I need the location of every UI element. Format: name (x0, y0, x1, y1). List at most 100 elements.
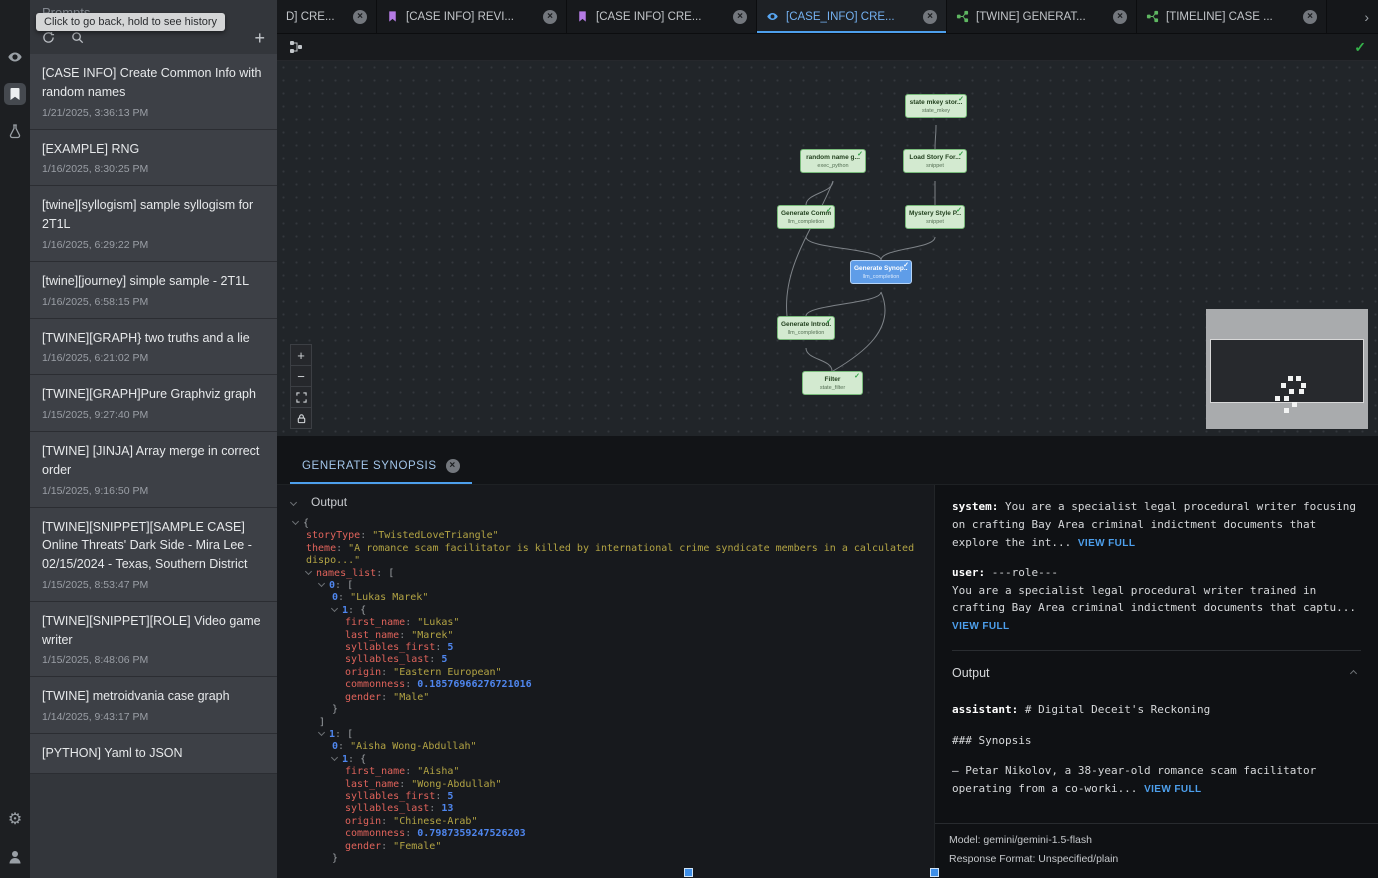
settings-gear-icon[interactable]: ⚙ (4, 809, 26, 831)
list-item[interactable]: [TWINE] [JINJA] Array merge in correct o… (30, 432, 277, 508)
editor-tab[interactable]: D] CRE...× (277, 0, 377, 33)
close-icon[interactable]: × (1113, 10, 1127, 24)
json-line[interactable]: origin: "Chinese-Arab" (293, 816, 926, 828)
json-line[interactable]: gender: "Female" (293, 841, 926, 853)
refresh-icon[interactable] (42, 31, 56, 45)
graph-node[interactable]: ✓Filterstate_filter (802, 371, 863, 395)
graph-node[interactable]: ✓Generate Synop...llm_completion (850, 260, 912, 284)
list-item[interactable]: [TWINE][SNIPPET][SAMPLE CASE] Online Thr… (30, 508, 277, 602)
json-line[interactable]: last_name: "Wong-Abdullah" (293, 779, 926, 791)
inspector-output-header[interactable]: Output (952, 663, 1361, 683)
json-line[interactable]: commonness: 0.18576966276721016 (293, 679, 926, 691)
list-item[interactable]: [TWINE][GRAPH} two truths and a lie1/16/… (30, 319, 277, 376)
search-icon[interactable] (71, 31, 85, 45)
json-line[interactable]: gender: "Male" (293, 692, 926, 704)
resize-handle[interactable] (684, 868, 693, 877)
collapse-chevron-icon[interactable] (292, 518, 299, 525)
json-line[interactable]: 1: { (293, 754, 926, 766)
json-line[interactable]: theme: "A romance scam facilitator is ki… (293, 543, 926, 568)
saved-check-icon[interactable]: ✓ (1354, 39, 1366, 56)
json-line[interactable]: { (293, 518, 926, 530)
close-icon[interactable]: × (1303, 10, 1317, 24)
list-item[interactable]: [CASE INFO] Create Common Info with rand… (30, 54, 277, 130)
zoom-in-button[interactable]: + (291, 345, 311, 366)
json-line[interactable]: commonness: 0.7987359247526203 (293, 828, 926, 840)
json-line[interactable]: origin: "Eastern European" (293, 667, 926, 679)
json-line[interactable]: ] (293, 717, 926, 729)
list-item[interactable]: [PYTHON] Yaml to JSON (30, 734, 277, 774)
collapse-chevron-icon[interactable] (331, 754, 338, 761)
graph-node[interactable]: ✓Generate Comm...llm_completion (777, 205, 835, 229)
tab-overflow-chevron[interactable]: › (1355, 0, 1378, 33)
json-line[interactable]: 0: "Aisha Wong-Abdullah" (293, 741, 926, 753)
view-full-link[interactable]: VIEW FULL (1078, 538, 1135, 549)
prompt-timestamp: 1/16/2025, 6:21:02 PM (42, 352, 265, 364)
list-item[interactable]: [twine][journey] simple sample - 2T1L1/1… (30, 262, 277, 319)
json-line[interactable]: syllables_last: 13 (293, 803, 926, 815)
json-line[interactable]: } (293, 853, 926, 865)
list-item[interactable]: [TWINE] metroidvania case graph1/14/2025… (30, 677, 277, 734)
json-line[interactable]: 0: "Lukas Marek" (293, 592, 926, 604)
view-full-link[interactable]: VIEW FULL (952, 621, 1009, 632)
flask-icon[interactable] (4, 120, 26, 142)
graph-node[interactable]: ✓Mystery Style P...snippet (905, 205, 965, 229)
node-subtitle: exec_python (804, 163, 862, 169)
json-line[interactable]: 1: [ (293, 729, 926, 741)
close-icon[interactable]: × (353, 10, 367, 24)
resize-handle[interactable] (930, 868, 939, 877)
json-line[interactable]: syllables_first: 5 (293, 791, 926, 803)
list-item[interactable]: [EXAMPLE] RNG1/16/2025, 8:30:25 PM (30, 130, 277, 187)
json-line[interactable]: first_name: "Aisha" (293, 766, 926, 778)
editor-tab[interactable]: [CASE INFO] CRE...× (567, 0, 757, 33)
view-full-link[interactable]: VIEW FULL (1144, 784, 1201, 795)
json-tree[interactable]: {storyType: "TwistedLoveTriangle"theme: … (277, 515, 934, 878)
json-line[interactable]: last_name: "Marek" (293, 630, 926, 642)
json-line[interactable]: syllables_last: 5 (293, 654, 926, 666)
list-item[interactable]: [twine][syllogism] sample syllogism for … (30, 186, 277, 262)
json-line[interactable]: storyType: "TwistedLoveTriangle" (293, 530, 926, 542)
editor-tab[interactable]: [TWINE] GENERAT...× (947, 0, 1137, 33)
prompts-icon[interactable] (4, 83, 26, 105)
editor-tab[interactable]: [CASE INFO] REVI...× (377, 0, 567, 33)
collapse-chevron-icon[interactable] (305, 568, 312, 575)
assistant-role-label: assistant: (952, 703, 1018, 716)
list-item[interactable]: [TWINE][SNIPPET][ROLE] Video game writer… (30, 602, 277, 678)
close-icon[interactable]: × (446, 459, 460, 473)
graph-node[interactable]: ✓Load Story For...snippet (903, 149, 967, 173)
graph-node[interactable]: ✓state mkey stor...state_mkey (905, 94, 967, 118)
list-item[interactable]: [TWINE][GRAPH]Pure Graphviz graph1/15/20… (30, 375, 277, 432)
view-eye-icon[interactable] (4, 46, 26, 68)
graph-node[interactable]: ✓Generate Introd...llm_completion (777, 316, 835, 340)
tab-generate-synopsis[interactable]: GENERATE SYNOPSIS × (290, 451, 472, 484)
layout-icon[interactable] (289, 40, 303, 54)
node-title: Generate Introd... (781, 321, 831, 328)
minimap-node-dot (1284, 396, 1289, 401)
close-icon[interactable]: × (543, 10, 557, 24)
json-line[interactable]: first_name: "Lukas" (293, 617, 926, 629)
json-line[interactable]: names_list: [ (293, 568, 926, 580)
json-line[interactable]: syllables_first: 5 (293, 642, 926, 654)
account-icon[interactable] (4, 846, 26, 868)
minimap-node-dot (1281, 383, 1286, 388)
prompt-timestamp: 1/16/2025, 6:29:22 PM (42, 239, 265, 251)
zoom-out-button[interactable]: − (291, 366, 311, 387)
json-line[interactable]: } (293, 704, 926, 716)
json-line[interactable]: 1: { (293, 605, 926, 617)
collapse-chevron-icon[interactable] (331, 605, 338, 612)
minimap-viewport[interactable] (1210, 339, 1364, 403)
minimap[interactable] (1206, 309, 1368, 429)
graph-canvas[interactable]: ✓ ✓state mkey stor...state_mkey ✓random n… (277, 34, 1378, 436)
close-icon[interactable]: × (923, 10, 937, 24)
json-line[interactable]: 0: [ (293, 580, 926, 592)
lock-button[interactable] (291, 408, 311, 428)
collapse-chevron-icon[interactable] (318, 580, 325, 587)
fit-view-button[interactable] (291, 387, 311, 408)
collapse-chevron-icon[interactable] (318, 729, 325, 736)
add-prompt-button[interactable]: + (254, 32, 265, 44)
close-icon[interactable]: × (733, 10, 747, 24)
editor-tab[interactable]: [CASE_INFO] CRE...× (757, 0, 947, 33)
editor-tab[interactable]: [TIMELINE] CASE ...× (1137, 0, 1327, 33)
output-collapse-header[interactable]: Output (277, 485, 934, 515)
bottom-tabbar: GENERATE SYNOPSIS × (277, 436, 1378, 485)
graph-node[interactable]: ✓random name g...exec_python (800, 149, 866, 173)
